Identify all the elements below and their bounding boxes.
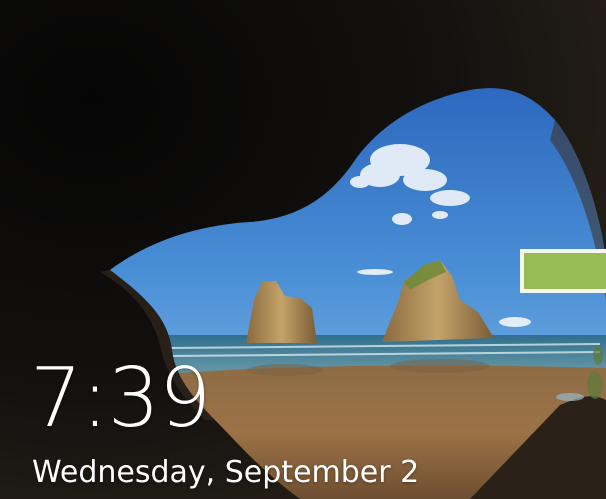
- highlight-marker: [520, 249, 606, 293]
- lock-screen[interactable]: 7:39 Wednesday, September 2: [0, 0, 606, 499]
- lock-screen-date: Wednesday, September 2: [32, 455, 420, 490]
- lock-screen-time: 7:39: [30, 351, 211, 446]
